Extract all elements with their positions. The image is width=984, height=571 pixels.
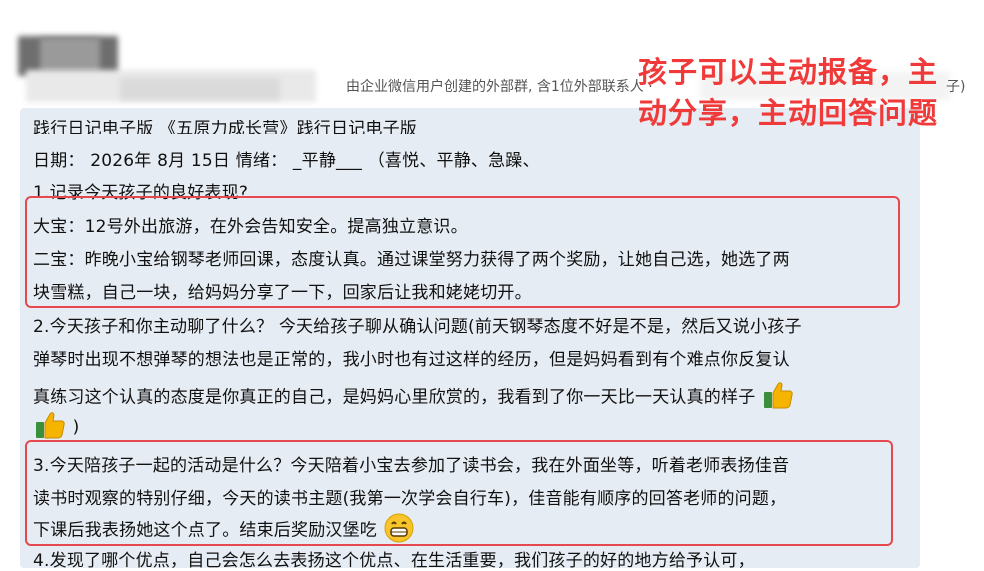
- question-2-line-3: 真练习这个认真的态度是你真正的自己，是妈妈心里欣赏的，我看到了你一天比一天认真的…: [33, 378, 795, 417]
- question-2-line-4-text: ): [72, 417, 80, 438]
- blurred-group-name-detail: [40, 38, 100, 74]
- date-line: 日期： 2026年 8月 15日 情绪： _平静___ （喜悦、平静、急躁、: [33, 151, 540, 171]
- thumbs-up-icon: [761, 378, 795, 417]
- message-title-line: 践行日记电子版 《五原力成长营》践行日记电子版: [33, 120, 418, 134]
- group-info-text: 由企业微信用户创建的外部群, 含1位外部联系人 ·: [346, 79, 653, 95]
- annotation-text: 孩子可以主动报备，主动分享，主动回答问题: [638, 55, 939, 130]
- question-2-line-2: 弹琴时出现不想弹琴的想法也是正常的，我小时也有过这样的经历，但是妈妈看到有个难点…: [33, 350, 790, 370]
- highlight-box-good-behavior: [25, 196, 900, 308]
- question-2-line-3-text: 真练习这个认真的态度是你真正的自己，是妈妈心里欣赏的，我看到了你一天比一天认真的…: [33, 387, 756, 408]
- blurred-subtitle-detail: [120, 78, 280, 100]
- question-2-line-1: 2.今天孩子和你主动聊了什么？ 今天给孩子聊从确认问题(前天钢琴态度不好是不是，…: [33, 317, 802, 337]
- question-4-partial: 4.发现了哪个优点，自己会怎么去表扬这个优点、在生活重要，我们孩子的好的地方给予…: [33, 551, 755, 571]
- highlight-box-activity: [25, 440, 893, 546]
- group-info-end: 子): [946, 79, 966, 95]
